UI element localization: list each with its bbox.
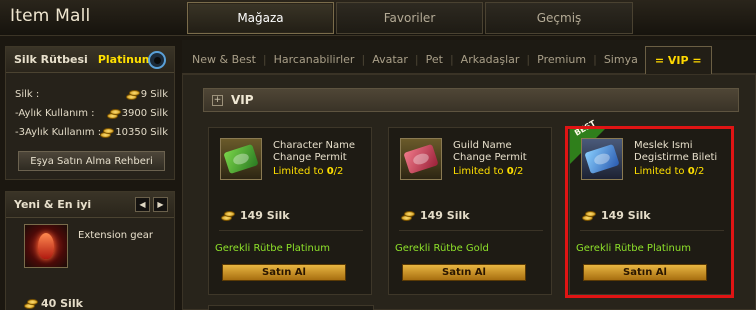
app-title: Item Mall [10, 6, 91, 26]
silk-coin-icon [125, 89, 140, 100]
item-card-next-row [208, 305, 374, 310]
silk-balance-row: Silk : 9 Silk [6, 85, 174, 104]
name-change-ticket-icon [400, 138, 442, 180]
item-name: Guild Name Change Permit [453, 140, 527, 163]
item-price: 149 Silk [401, 209, 470, 222]
category-arkadaslar[interactable]: Arkadaşlar [454, 53, 527, 66]
category-simya[interactable]: Simya [597, 53, 645, 66]
category-new-best[interactable]: New & Best [182, 53, 263, 66]
divider [219, 230, 363, 231]
item-limit: Limited to 0/2 [453, 166, 524, 177]
silk-coin-icon [100, 127, 115, 138]
new-best-header: Yeni & En iyi ◀ ▶ [6, 192, 174, 218]
tab-gecmis[interactable]: Geçmiş [485, 2, 633, 34]
item-card-meslek-ismi[interactable]: BEST Meslek Ismi Degistirme Bileti Limit… [569, 119, 733, 295]
buy-button[interactable]: Satın Al [222, 264, 346, 281]
divider [580, 230, 724, 231]
item-requirement: Gerekli Rütbe Gold [395, 243, 489, 254]
silk-coin-icon [106, 108, 121, 119]
item-card-guild-name[interactable]: Guild Name Change Permit Limited to 0/2 … [388, 127, 552, 295]
monthly-usage-row: -Aylık Kullanım : 3900 Silk [6, 104, 174, 123]
quarterly-usage-value: 10350 Silk [115, 127, 168, 138]
buy-button[interactable]: Satın Al [583, 264, 707, 281]
prev-arrow-button[interactable]: ◀ [135, 197, 150, 212]
item-requirement: Gerekli Rütbe Platinum [576, 243, 691, 254]
category-pet[interactable]: Pet [419, 53, 450, 66]
item-requirement: Gerekli Rütbe Platinum [215, 243, 330, 254]
item-list-panel: + VIP Character Name Change Permit Limit… [182, 74, 756, 310]
item-price: 149 Silk [582, 209, 651, 222]
vip-section-header[interactable]: + VIP [203, 88, 739, 112]
top-bar: Item Mall Mağaza Favoriler Geçmiş [0, 0, 756, 36]
purchase-guide-button[interactable]: Eşya Satın Alma Rehberi [18, 151, 165, 171]
new-best-title: Yeni & En iyi [14, 198, 92, 211]
silk-coin-icon [582, 210, 596, 221]
item-limit: Limited to 0/2 [634, 166, 705, 177]
main-content: New & Best | Harcanabilirler | Avatar | … [182, 40, 756, 310]
quarterly-usage-label: -3Aylık Kullanım : [15, 127, 102, 138]
category-harcanabilirler[interactable]: Harcanabilirler [267, 53, 362, 66]
divider [399, 230, 543, 231]
category-vip[interactable]: = VIP = [644, 45, 712, 74]
quarterly-usage-row: -3Aylık Kullanım : 10350 Silk [6, 123, 174, 142]
item-name: Meslek Ismi Degistirme Bileti [634, 140, 718, 163]
silk-rank-panel: Silk Rütbesi Platinum Silk : 9 Silk -Ayl… [5, 46, 175, 180]
extension-gear-icon[interactable] [24, 224, 68, 268]
name-change-ticket-icon [220, 138, 262, 180]
silk-coin-icon [24, 298, 38, 309]
buy-button[interactable]: Satın Al [402, 264, 526, 281]
new-best-panel: Yeni & En iyi ◀ ▶ Extension gear 40 Silk [5, 191, 175, 310]
silk-coin-icon [401, 210, 415, 221]
rank-label: Silk Rütbesi [14, 53, 88, 66]
rank-value: Platinum [97, 53, 154, 66]
item-card-character-name[interactable]: Character Name Change Permit Limited to … [208, 127, 372, 295]
silk-balance-value: 9 Silk [140, 89, 168, 100]
category-premium[interactable]: Premium [530, 53, 593, 66]
monthly-usage-label: -Aylık Kullanım : [15, 108, 95, 119]
tab-magaza[interactable]: Mağaza [187, 2, 334, 34]
monthly-usage-value: 3900 Silk [121, 108, 168, 119]
next-arrow-button[interactable]: ▶ [153, 197, 168, 212]
silk-balance-label: Silk : [15, 89, 40, 100]
item-limit: Limited to 0/2 [273, 166, 344, 177]
section-title: VIP [231, 93, 254, 107]
silk-coin-icon [221, 210, 235, 221]
item-name: Character Name Change Permit [273, 140, 356, 163]
category-bar: New & Best | Harcanabilirler | Avatar | … [182, 45, 756, 74]
featured-item-name: Extension gear [78, 230, 154, 241]
rank-badge-icon [148, 51, 166, 69]
category-avatar[interactable]: Avatar [365, 53, 415, 66]
tab-favoriler[interactable]: Favoriler [336, 2, 483, 34]
name-change-ticket-icon [581, 138, 623, 180]
item-price: 149 Silk [221, 209, 290, 222]
featured-item-price: 40 Silk [24, 297, 83, 310]
silk-rank-header: Silk Rütbesi Platinum [6, 47, 174, 73]
expand-icon[interactable]: + [212, 94, 223, 106]
featured-item-price-text: 40 Silk [41, 297, 83, 310]
